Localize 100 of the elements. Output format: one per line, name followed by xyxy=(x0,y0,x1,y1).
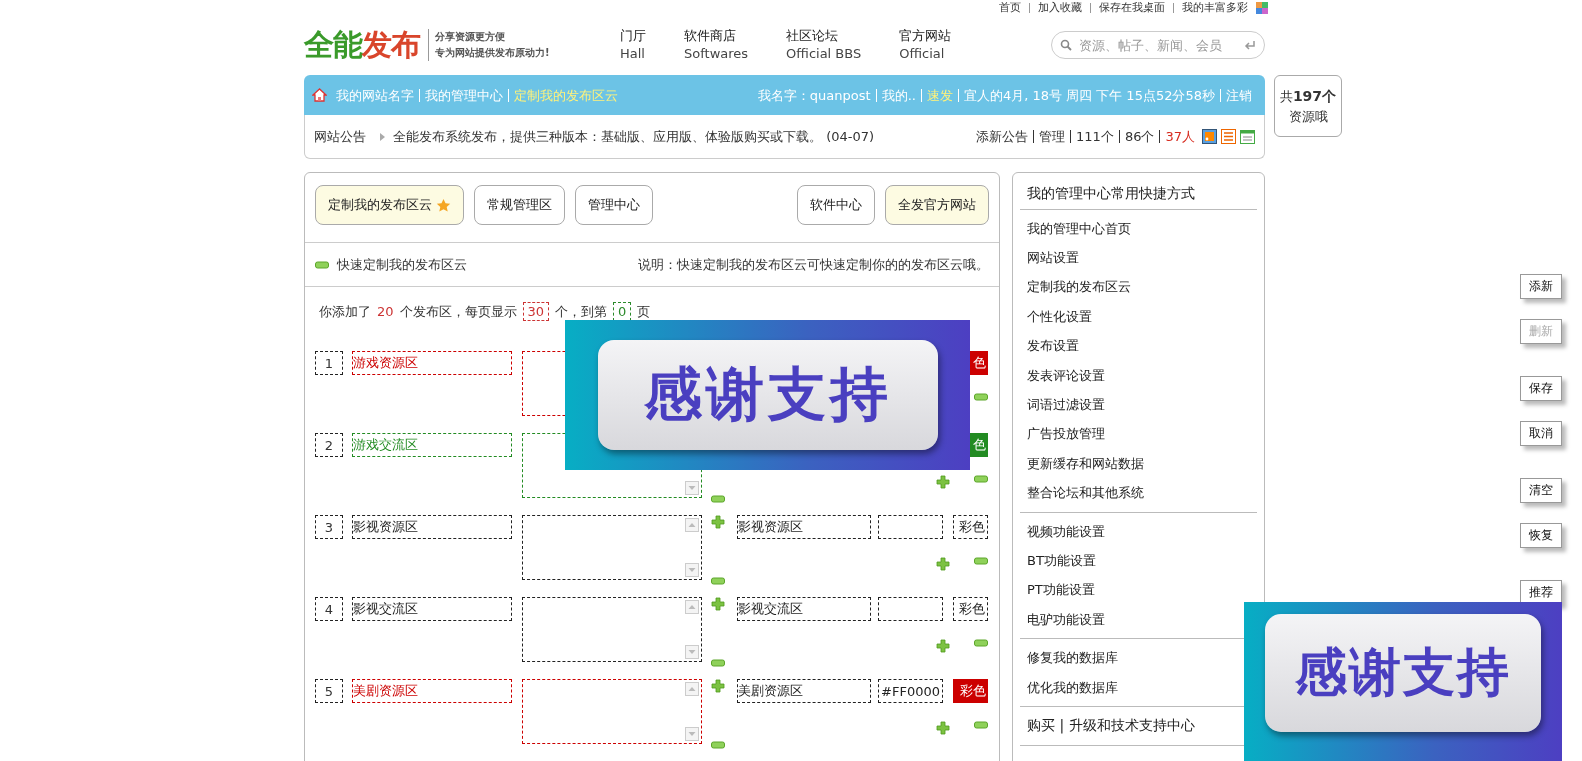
scroll-down-icon[interactable] xyxy=(685,645,699,659)
nav-link[interactable]: 官方网站 Official xyxy=(899,27,952,63)
plus-icon[interactable] xyxy=(936,557,950,571)
sidebar-link[interactable]: BT功能设置 xyxy=(1027,552,1096,570)
minus-icon[interactable] xyxy=(711,577,725,585)
color-field[interactable] xyxy=(878,515,943,539)
tab[interactable]: 全发官方网站 xyxy=(885,185,989,225)
sidebar-link[interactable]: 修复我的数据库 xyxy=(1027,649,1118,668)
nav-link[interactable]: 软件商店 Softwares xyxy=(684,27,749,63)
sidebar-link[interactable]: PT功能设置 xyxy=(1027,581,1095,600)
plus-icon[interactable] xyxy=(711,679,725,693)
sidebar-link[interactable]: 广告投放管理 xyxy=(1027,425,1105,444)
color-toggle[interactable]: 彩色 xyxy=(953,515,988,539)
color-toggle[interactable]: 彩色 xyxy=(953,679,988,703)
minus-icon[interactable] xyxy=(974,393,988,401)
minus-icon[interactable] xyxy=(974,475,988,483)
plus-icon[interactable] xyxy=(936,639,950,653)
side-button[interactable]: 保存 xyxy=(1520,376,1562,401)
zone-name-field[interactable]: 影视交流区 xyxy=(352,597,512,621)
zone-name-field[interactable]: 游戏资源区 xyxy=(352,351,512,375)
alias-field[interactable]: 影视资源区 xyxy=(737,515,871,539)
top-link[interactable]: 首页 xyxy=(991,3,1029,13)
description-box[interactable] xyxy=(522,679,702,744)
minus-icon[interactable] xyxy=(974,557,988,565)
color-field[interactable] xyxy=(878,597,943,621)
scroll-up-icon[interactable] xyxy=(685,682,699,696)
floating-ad-toast[interactable]: 感谢支持 xyxy=(1244,602,1562,761)
sidebar-link[interactable]: 网站设置 xyxy=(1027,249,1079,268)
sidebar-link[interactable]: 优化我的数据库 xyxy=(1027,678,1118,697)
notice-link[interactable]: 管理 xyxy=(1033,130,1071,143)
sidebar-link[interactable]: 发布设置 xyxy=(1027,337,1079,356)
side-button[interactable]: 添新 xyxy=(1520,274,1562,299)
scroll-up-icon[interactable] xyxy=(685,600,699,614)
plus-icon[interactable] xyxy=(936,721,950,735)
list-icon[interactable] xyxy=(1221,129,1236,144)
logo-title[interactable]: 全能发布 xyxy=(304,24,420,66)
toast-text[interactable]: 感谢支持 xyxy=(597,340,938,450)
home-icon[interactable] xyxy=(312,88,327,102)
top-link[interactable]: 保存在我桌面 xyxy=(1090,3,1173,13)
top-link[interactable]: 加入收藏 xyxy=(1029,3,1090,13)
zone-name-field[interactable]: 影视资源区 xyxy=(352,515,512,539)
sidebar-link[interactable]: 词语过滤设置 xyxy=(1027,396,1105,415)
side-button[interactable]: 恢复 xyxy=(1520,523,1562,548)
sidebar-title: 我的管理中心常用快捷方式 xyxy=(1020,173,1257,210)
side-button[interactable]: 取消 xyxy=(1520,421,1562,446)
star-icon xyxy=(436,197,451,213)
alias-field[interactable]: 影视交流区 xyxy=(737,597,871,621)
scroll-down-icon[interactable] xyxy=(685,563,699,577)
sidebar-link[interactable]: 定制我的发布区云 xyxy=(1027,278,1131,297)
description-box[interactable] xyxy=(522,597,702,662)
summary-text: 你添加了 xyxy=(319,302,371,321)
per-page-field[interactable]: 30 xyxy=(522,302,550,321)
sidebar-link[interactable]: 更新缓存和网站数据 xyxy=(1027,454,1144,473)
toast-text[interactable]: 感谢支持 xyxy=(1265,614,1541,732)
minus-icon[interactable] xyxy=(711,495,725,503)
tab[interactable]: 软件中心 xyxy=(797,185,875,225)
sidebar-link[interactable]: 我的管理中心首页 xyxy=(1027,219,1131,238)
notice-link[interactable]: 86个 xyxy=(1118,130,1160,143)
sidebar-link[interactable]: 电驴功能设置 xyxy=(1027,610,1105,629)
minus-icon[interactable] xyxy=(974,721,988,729)
resource-count-label: 资源哦 xyxy=(1288,107,1328,126)
color-field[interactable]: #FF0000 xyxy=(878,679,943,703)
tab[interactable]: 常规管理区 xyxy=(474,185,565,225)
sidebar-link[interactable]: 视频功能设置 xyxy=(1027,522,1105,541)
scroll-down-icon[interactable] xyxy=(685,727,699,741)
minus-icon[interactable] xyxy=(974,639,988,647)
plus-icon[interactable] xyxy=(936,475,950,489)
section-title: 快速定制我的发布区云 xyxy=(337,255,467,274)
color-toggle[interactable]: 彩色 xyxy=(953,597,988,621)
notice-text[interactable]: 全能发布系统发布，提供三种版本：基础版、应用版、体验版购买或下载。 (04-07) xyxy=(393,127,875,146)
nav-link[interactable]: 社区论坛 Official BBS xyxy=(786,27,862,63)
nav-link[interactable]: 门厅 Hall xyxy=(620,27,646,63)
calendar-icon[interactable] xyxy=(1240,129,1255,144)
minus-icon[interactable] xyxy=(711,659,725,667)
floating-ad-toast[interactable]: 感谢支持 xyxy=(565,320,970,470)
rss-icon[interactable] xyxy=(1202,129,1217,144)
tab[interactable]: 管理中心 xyxy=(575,185,653,225)
sidebar-link[interactable]: 发表评论设置 xyxy=(1027,366,1105,385)
scroll-down-icon[interactable] xyxy=(685,481,699,495)
scroll-up-icon[interactable] xyxy=(685,518,699,532)
enter-icon[interactable] xyxy=(1244,40,1256,50)
minus-icon[interactable] xyxy=(711,741,725,749)
summary-text: 个发布区，每页显示 xyxy=(399,302,517,321)
plus-icon[interactable] xyxy=(711,597,725,611)
sidebar-link[interactable]: 个性化设置 xyxy=(1027,307,1092,326)
sidebar-link[interactable]: 购买 | 升级和技术支持中心 xyxy=(1027,717,1195,734)
alias-field[interactable]: 美剧资源区 xyxy=(737,679,871,703)
tab[interactable]: 定制我的发布区云 xyxy=(315,185,464,225)
description-box[interactable] xyxy=(522,515,702,580)
notice-link[interactable]: 添新公告 xyxy=(971,130,1034,143)
search-icon xyxy=(1060,39,1072,51)
sidebar-link[interactable]: 整合论坛和其他系统 xyxy=(1027,484,1144,503)
zone-name-field[interactable]: 美剧资源区 xyxy=(352,679,512,703)
plus-icon[interactable] xyxy=(711,515,725,529)
side-button[interactable]: 清空 xyxy=(1520,478,1562,503)
notice-link[interactable]: 37人 xyxy=(1159,130,1200,143)
notice-link[interactable]: 111个 xyxy=(1070,130,1119,143)
summary-text: 个，到第 xyxy=(555,302,608,321)
minus-icon[interactable] xyxy=(315,260,329,269)
zone-name-field[interactable]: 游戏交流区 xyxy=(352,433,512,457)
